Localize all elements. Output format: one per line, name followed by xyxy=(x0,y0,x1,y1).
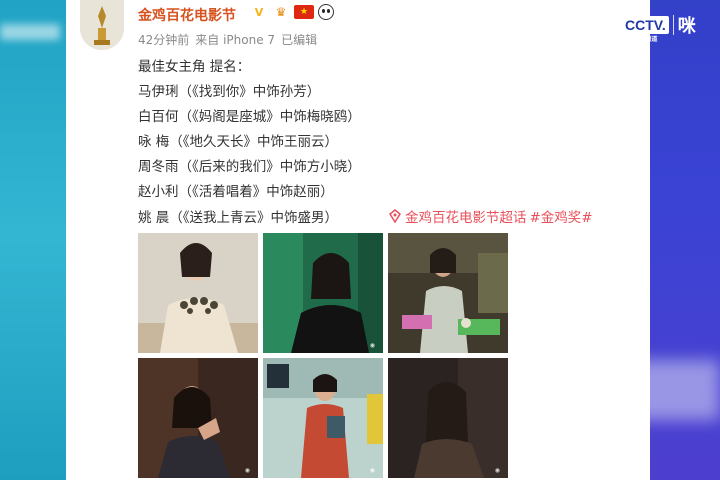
watermark-icon: ◉ xyxy=(244,467,250,474)
author-avatar[interactable] xyxy=(80,0,124,50)
nominee-photo[interactable] xyxy=(138,233,258,353)
post-source: 来自 iPhone 7 xyxy=(195,33,276,47)
crown-icon: ♛ xyxy=(275,5,287,19)
topic-links: 金鸡百花电影节超话 #金鸡奖# xyxy=(388,206,593,226)
nominee-photo[interactable]: ◉ xyxy=(388,358,508,478)
logo-divider xyxy=(672,15,674,35)
super-topic-link[interactable]: 金鸡百花电影节超话 xyxy=(405,206,527,226)
nominee-line: 马伊琍（《找到你》中饰孙芳） xyxy=(138,84,321,100)
nominee-line: 赵小利（《活着唱着》中饰赵丽） xyxy=(138,184,334,200)
left-background xyxy=(0,0,66,480)
post-heading: 最佳女主角 提名： xyxy=(138,59,251,75)
watermark-icon: ◉ xyxy=(369,467,375,474)
broadcaster-logo: CCTV. 体育频道 咪 xyxy=(622,12,696,43)
hashtag-link[interactable]: #金鸡奖# xyxy=(530,206,593,226)
watermark-icon: ◉ xyxy=(369,342,375,349)
channel-name: 体育频道 xyxy=(633,37,658,43)
cctv-logo: CCTV. 体育频道 xyxy=(622,16,669,43)
nominee-photo[interactable]: ◉ xyxy=(263,233,383,353)
nominee-line: 咏 梅（《地久天长》中饰王丽云） xyxy=(138,134,339,150)
author-badges: V ♛ ★ xyxy=(250,3,334,21)
blurred-overlay xyxy=(560,360,720,420)
post-edited: 已编辑 xyxy=(281,33,318,47)
nominee-photo[interactable] xyxy=(388,233,508,353)
super-topic-icon xyxy=(389,209,401,223)
nominee-line: 姚 晨（《送我上青云》中饰盛男） xyxy=(138,210,339,226)
nominee-photo[interactable]: ◉ xyxy=(263,358,383,478)
migu-logo: 咪 xyxy=(677,16,696,37)
nominee-line: 周冬雨（《后来的我们》中饰方小晓） xyxy=(138,159,361,175)
post-time: 42分钟前 xyxy=(138,33,190,47)
blurred-overlay xyxy=(0,24,60,40)
nominee-line: 白百何（《妈阁是座城》中饰梅晓鸥） xyxy=(138,109,361,125)
verified-icon: V xyxy=(254,5,264,19)
post-meta: 42分钟前 来自 iPhone 7 已编辑 xyxy=(138,31,317,48)
china-flag-icon: ★ xyxy=(294,5,314,19)
panda-icon xyxy=(318,4,334,20)
watermark-icon: ◉ xyxy=(494,467,500,474)
nominee-photo[interactable]: ◉ xyxy=(138,358,258,478)
author-name[interactable]: 金鸡百花电影节 xyxy=(138,5,236,25)
